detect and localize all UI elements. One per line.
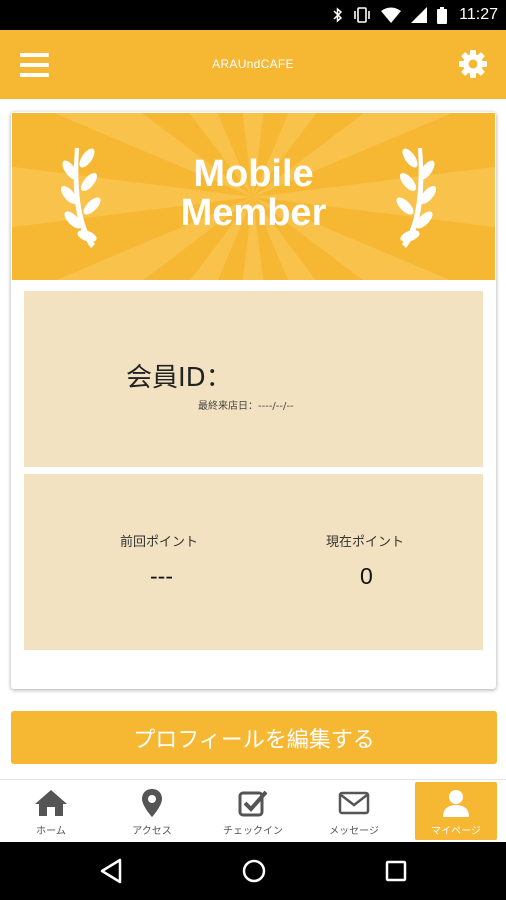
points-panel: 前回ポイント --- 現在ポイント 0 — [24, 474, 483, 650]
nav-item-mypage[interactable]: マイページ — [415, 782, 497, 840]
signal-icon — [411, 7, 428, 23]
envelope-icon — [338, 791, 370, 815]
battery-icon — [437, 6, 448, 24]
last-visit-date: 最終来店日：----/--/-- — [198, 401, 294, 412]
app-title: ARAUndCAFE — [212, 57, 294, 71]
user-icon — [443, 790, 469, 817]
recents-icon[interactable] — [381, 856, 411, 886]
gear-icon[interactable] — [458, 49, 488, 79]
nav-label-access: アクセス — [132, 826, 172, 837]
wifi-icon — [381, 7, 402, 23]
nav-label-checkin: チェックイン — [223, 826, 283, 837]
member-info-panel: 会員ID： 最終来店日：----/--/-- — [24, 291, 483, 467]
nav-label-message: メッセージ — [329, 826, 379, 837]
system-nav-bar — [0, 842, 506, 900]
nav-item-message[interactable]: メッセージ — [313, 782, 395, 840]
checkbox-icon — [238, 790, 268, 817]
bluetooth-icon — [333, 7, 343, 23]
bottom-nav: ホーム アクセス チェックイン メッセージ マイページ — [0, 779, 506, 841]
nav-label-home: ホーム — [36, 826, 66, 837]
nav-item-access[interactable]: アクセス — [111, 782, 193, 840]
home-icon — [35, 790, 67, 816]
laurel-right-icon — [396, 148, 436, 248]
member-card: Mobile Member 会員ID： 最終来店日：----/--/-- 前回ポ… — [11, 112, 496, 689]
nav-item-checkin[interactable]: チェックイン — [212, 782, 294, 840]
nav-item-home[interactable]: ホーム — [10, 782, 92, 840]
nav-label-mypage: マイページ — [431, 826, 481, 837]
current-points-value: 0 — [360, 563, 373, 589]
previous-points-label: 前回ポイント — [120, 535, 199, 550]
status-icons: 11:27 — [333, 0, 498, 30]
member-id-label: 会員ID： — [126, 363, 232, 393]
status-bar: 11:27 — [0, 0, 506, 30]
current-points-label: 現在ポイント — [326, 535, 405, 550]
back-icon[interactable] — [97, 856, 127, 886]
edit-profile-button[interactable]: プロフィールを編集する — [11, 711, 497, 764]
status-time: 11:27 — [459, 6, 498, 23]
app-bar: ARAUndCAFE — [0, 30, 506, 99]
member-card-header: Mobile Member — [12, 113, 495, 280]
previous-points-value: --- — [150, 563, 173, 589]
vibrate-icon — [354, 7, 370, 23]
home-circle-icon[interactable] — [239, 856, 269, 886]
map-pin-icon — [142, 789, 162, 817]
